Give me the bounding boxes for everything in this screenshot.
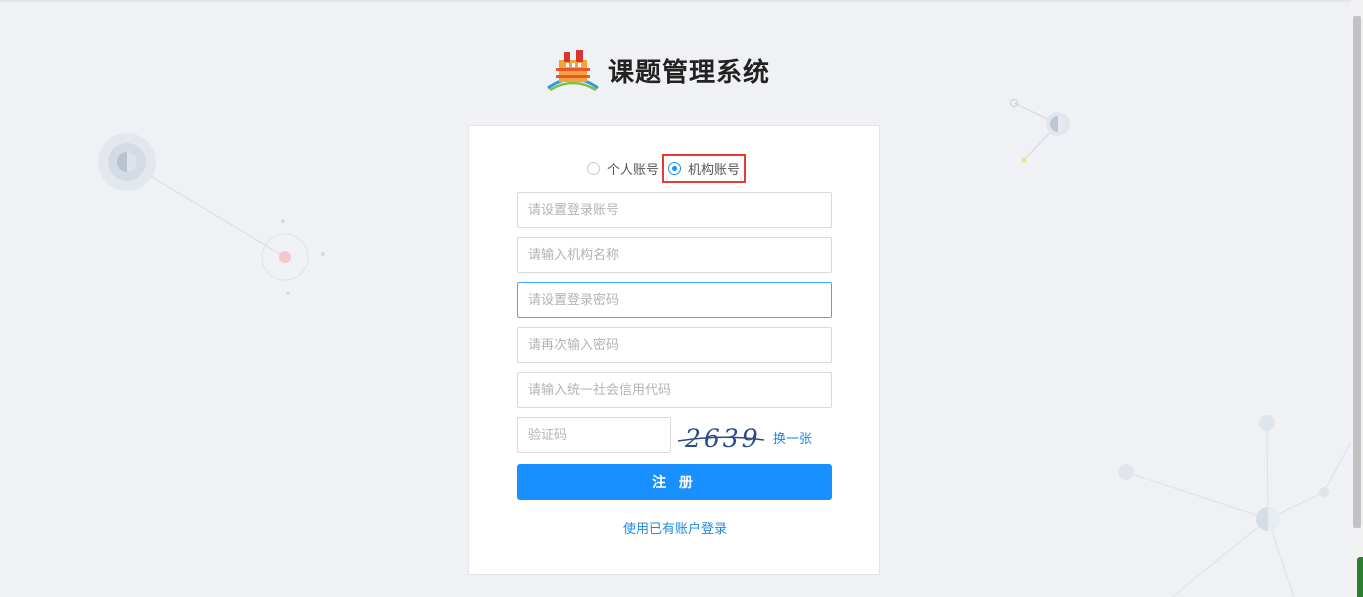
app-title: 课题管理系统 [608, 57, 771, 88]
captcha-image[interactable]: 2639 [677, 420, 765, 454]
register-card: 个人账号 机构账号 2639 换一张 注 册 使用已有账户登录 [468, 125, 880, 575]
org-account-label: 机构账号 [688, 163, 741, 178]
account-type-selector: 个人账号 机构账号 [587, 154, 747, 183]
captcha-refresh-link[interactable]: 换一张 [773, 428, 812, 447]
username-input[interactable] [517, 192, 832, 228]
captcha-input[interactable] [517, 417, 671, 453]
left-network [98, 133, 325, 295]
top-right-network [1010, 99, 1070, 163]
password-input[interactable] [517, 282, 832, 318]
org-name-input[interactable] [517, 237, 832, 273]
register-button[interactable]: 注 册 [517, 464, 832, 500]
vertical-scrollbar[interactable] [1351, 0, 1363, 597]
scrollbar-thumb[interactable] [1353, 16, 1361, 528]
org-account-radio[interactable]: 机构账号 [662, 154, 747, 183]
password-confirm-input[interactable] [517, 327, 832, 363]
side-widget-tab[interactable] [1357, 557, 1363, 597]
building-logo-icon [547, 50, 599, 92]
radio-checked-icon [668, 162, 682, 175]
credit-code-input[interactable] [517, 372, 832, 408]
bottom-right-network [1118, 415, 1353, 597]
app-header: 课题管理系统 [546, 46, 770, 94]
personal-account-label: 个人账号 [607, 163, 660, 178]
existing-account-login-link[interactable]: 使用已有账户登录 [469, 518, 881, 537]
radio-unchecked-icon [587, 162, 600, 175]
personal-account-radio[interactable]: 个人账号 [587, 159, 659, 178]
